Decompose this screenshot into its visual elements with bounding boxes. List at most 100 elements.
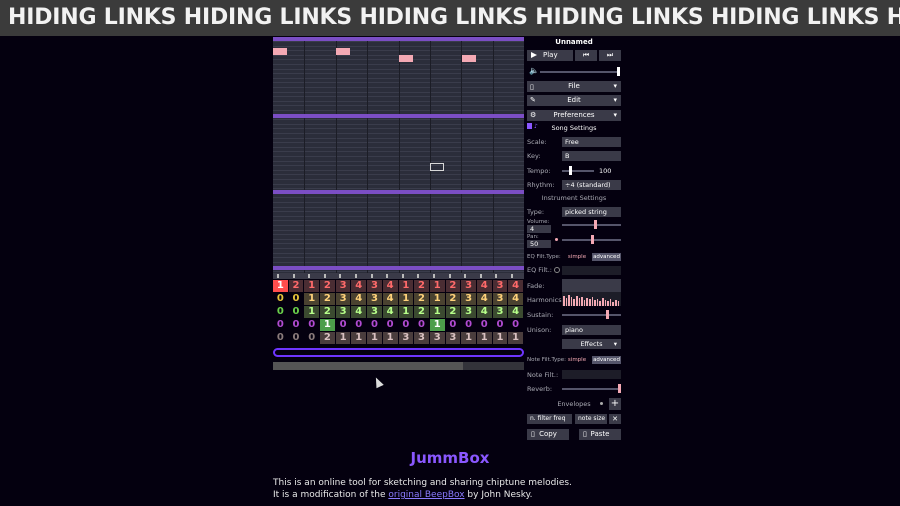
harmonics-editor[interactable] <box>562 292 621 306</box>
pattern-cell[interactable]: 0 <box>304 319 319 331</box>
pattern-cell[interactable]: 4 <box>382 280 398 292</box>
pattern-cell[interactable]: 1 <box>398 293 414 305</box>
pattern-cell[interactable]: 2 <box>414 293 429 305</box>
pattern-cell[interactable]: 0 <box>493 319 508 331</box>
pattern-cell[interactable]: 2 <box>414 280 429 292</box>
tempo-value[interactable]: 100 <box>599 167 611 175</box>
pattern-cell[interactable]: 3 <box>398 332 414 344</box>
pattern-cell[interactable]: 0 <box>383 319 398 331</box>
pattern-cell[interactable]: 1 <box>461 332 476 344</box>
play-button[interactable]: Play <box>527 50 573 61</box>
pattern-cell[interactable]: 2 <box>320 306 335 318</box>
pattern-cell[interactable]: 3 <box>445 332 461 344</box>
master-volume-slider[interactable] <box>540 71 620 73</box>
loop-bar[interactable] <box>273 348 524 357</box>
edit-menu[interactable]: ✎ Edit ▾ <box>527 95 621 106</box>
rhythm-select[interactable]: ÷4 (standard) <box>562 180 621 190</box>
pattern-cell[interactable]: 3 <box>461 306 476 318</box>
pattern-editor[interactable] <box>273 37 524 273</box>
pattern-cell[interactable]: 4 <box>508 306 523 318</box>
note-block[interactable] <box>336 48 350 55</box>
note-block[interactable] <box>273 48 287 55</box>
pattern-cell[interactable]: 4 <box>351 280 367 292</box>
pattern-cell[interactable]: 1 <box>508 332 523 344</box>
pattern-cell[interactable]: 4 <box>508 280 523 292</box>
pattern-cell[interactable]: 0 <box>336 319 351 331</box>
remove-envelope-button[interactable]: ✕ <box>609 414 621 424</box>
add-envelope-button[interactable]: + <box>609 398 621 410</box>
note-block[interactable] <box>399 55 413 62</box>
envelope-target-select[interactable]: n. filter freq <box>527 414 572 424</box>
key-select[interactable]: B <box>562 151 621 161</box>
pattern-cell[interactable]: 4 <box>382 293 398 305</box>
instrument-type-select[interactable]: picked string <box>562 207 621 217</box>
next-bar-button[interactable]: ⏭ <box>599 50 621 61</box>
pattern-cell[interactable]: 0 <box>508 319 523 331</box>
pattern-cell[interactable]: 3 <box>461 293 476 305</box>
pan-value[interactable]: 50 <box>527 240 551 248</box>
effects-select[interactable]: Effects ▾ <box>562 339 621 349</box>
pattern-cell[interactable]: 0 <box>289 332 304 344</box>
pattern-cell[interactable]: 0 <box>273 293 288 305</box>
pattern-cell[interactable]: 4 <box>476 293 492 305</box>
pattern-cell[interactable]: 0 <box>367 319 382 331</box>
pattern-cell[interactable]: 2 <box>445 280 461 292</box>
pattern-cell[interactable]: 0 <box>461 319 476 331</box>
pattern-cell[interactable]: 1 <box>367 332 382 344</box>
pattern-cell[interactable]: 3 <box>335 306 351 318</box>
track-grid[interactable]: 1212343412123434001234341212343400123434… <box>273 280 524 345</box>
horizontal-scrollbar[interactable] <box>273 362 524 370</box>
pattern-cell[interactable]: 3 <box>367 293 382 305</box>
pattern-cell[interactable]: 3 <box>414 332 429 344</box>
pattern-cell[interactable]: 3 <box>461 280 476 292</box>
volume-value[interactable]: 4 <box>527 225 551 233</box>
pattern-cell[interactable]: 2 <box>320 332 335 344</box>
pattern-cell[interactable]: 0 <box>289 293 304 305</box>
pattern-cell[interactable]: 0 <box>273 306 288 318</box>
pattern-cell[interactable]: 4 <box>351 293 367 305</box>
pattern-cell[interactable]: 4 <box>351 306 367 318</box>
prev-bar-button[interactable]: ⏮ <box>575 50 597 61</box>
playhead-ruler[interactable] <box>273 273 524 279</box>
tempo-slider[interactable] <box>562 170 594 172</box>
pattern-cell[interactable]: 3 <box>492 306 508 318</box>
paste-button[interactable]: ▯ Paste <box>579 429 621 440</box>
pattern-cell[interactable]: 0 <box>289 306 304 318</box>
pattern-cell[interactable]: 4 <box>476 306 492 318</box>
pattern-cell[interactable]: 3 <box>492 280 508 292</box>
pattern-cell[interactable]: 2 <box>320 280 335 292</box>
pattern-cell[interactable]: 1 <box>382 332 398 344</box>
pattern-cell[interactable]: 4 <box>382 306 398 318</box>
unison-select[interactable]: piano <box>562 325 621 335</box>
pattern-cell[interactable]: 1 <box>304 280 320 292</box>
pattern-cell[interactable]: 0 <box>289 319 304 331</box>
pattern-cell[interactable]: 3 <box>492 293 508 305</box>
pattern-cell[interactable]: 2 <box>414 306 429 318</box>
pattern-cell[interactable]: 1 <box>476 332 492 344</box>
pattern-cell[interactable]: 0 <box>399 319 414 331</box>
pattern-cell[interactable]: 4 <box>508 293 523 305</box>
note-filter-editor[interactable] <box>562 370 621 379</box>
scale-select[interactable]: Free <box>562 137 621 147</box>
volume-knob[interactable] <box>594 220 597 229</box>
pattern-cell[interactable]: 1 <box>398 306 414 318</box>
pattern-cell[interactable]: 1 <box>398 280 414 292</box>
reverb-knob[interactable] <box>618 384 621 393</box>
scrollbar-thumb[interactable] <box>273 362 463 370</box>
pattern-cell[interactable]: 4 <box>476 280 492 292</box>
tempo-knob[interactable] <box>569 166 572 175</box>
pattern-cell[interactable]: 1 <box>304 306 320 318</box>
master-volume-knob[interactable] <box>617 67 620 76</box>
fade-editor[interactable] <box>562 279 621 292</box>
note-filter-advanced-button[interactable]: advanced <box>592 356 621 364</box>
pattern-cell[interactable]: 1 <box>351 332 367 344</box>
reverb-slider[interactable] <box>562 388 621 390</box>
pattern-cell[interactable]: 3 <box>335 293 351 305</box>
pattern-cell[interactable]: 0 <box>477 319 492 331</box>
pattern-cell[interactable]: 1 <box>429 306 445 318</box>
pattern-cell[interactable]: 3 <box>367 306 382 318</box>
pan-knob[interactable] <box>591 235 594 244</box>
preferences-menu[interactable]: ⚙ Preferences ▾ <box>527 110 621 121</box>
note-filter-simple-button[interactable]: simple <box>564 356 590 364</box>
pattern-cell[interactable]: 1 <box>429 319 445 331</box>
